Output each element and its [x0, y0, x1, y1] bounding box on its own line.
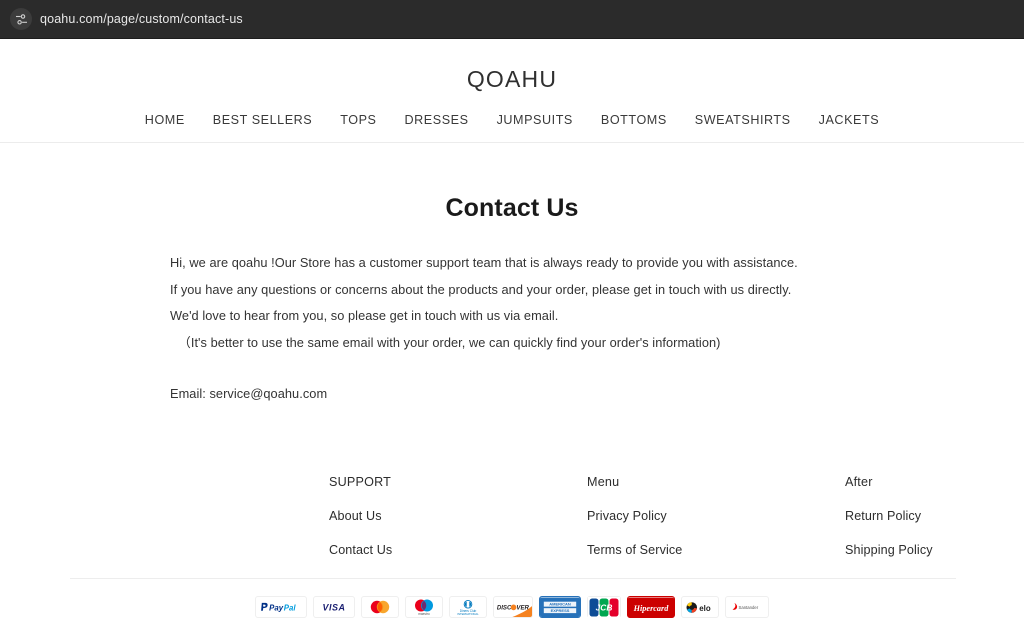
nav-item-best-sellers[interactable]: BEST SELLERS: [199, 113, 326, 127]
maestro-icon: maestro: [405, 596, 443, 618]
nav-item-jumpsuits[interactable]: JUMPSUITS: [483, 113, 587, 127]
sliders-icon[interactable]: [10, 8, 32, 30]
footer-link-columns: SUPPORT About Us Contact Us Menu Privacy…: [0, 475, 1024, 557]
footer-link-terms-of-service[interactable]: Terms of Service: [587, 543, 845, 557]
footer-column-after: After Return Policy Shipping Policy: [845, 475, 933, 557]
footer-link-shipping-policy[interactable]: Shipping Policy: [845, 543, 933, 557]
footer-column-title: Menu: [587, 475, 620, 489]
svg-text:Santander: Santander: [739, 605, 759, 610]
svg-text:maestro: maestro: [418, 612, 430, 616]
svg-text:Pal: Pal: [284, 603, 297, 612]
santander-icon: Santander: [725, 596, 769, 618]
footer-column-title: After: [845, 475, 873, 489]
svg-text:AMERICAN: AMERICAN: [549, 601, 571, 606]
browser-bar: qoahu.com/page/custom/contact-us: [0, 0, 1024, 39]
footer-link-contact-us[interactable]: Contact Us: [329, 543, 587, 557]
nav-item-sweatshirts[interactable]: SWEATSHIRTS: [681, 113, 805, 127]
svg-text:JCB: JCB: [596, 602, 613, 612]
visa-icon: VISA: [313, 596, 355, 618]
nav-item-dresses[interactable]: DRESSES: [391, 113, 483, 127]
site-header: QOAHU HOME BEST SELLERS TOPS DRESSES JUM…: [0, 39, 1024, 143]
contact-email: Email: service@qoahu.com: [170, 386, 328, 401]
discover-icon: DISC VER: [493, 596, 533, 618]
page-title: Contact Us: [445, 194, 579, 222]
page-body: QOAHU HOME BEST SELLERS TOPS DRESSES JUM…: [0, 39, 1024, 630]
svg-text:EXPRESS: EXPRESS: [551, 608, 570, 613]
contact-paragraph: Hi, we are qoahu !Our Store has a custom…: [170, 255, 798, 270]
nav-item-jackets[interactable]: JACKETS: [805, 113, 894, 127]
svg-text:Pay: Pay: [269, 603, 284, 612]
contact-paragraph: We'd love to hear from you, so please ge…: [170, 308, 559, 323]
url-text[interactable]: qoahu.com/page/custom/contact-us: [40, 12, 243, 26]
svg-text:Hipercard: Hipercard: [633, 603, 670, 612]
payment-methods: Pay Pal VISA maestro Diners Club INTERNA…: [0, 596, 1024, 618]
paypal-icon: Pay Pal: [255, 596, 307, 618]
contact-paragraph: If you have any questions or concerns ab…: [170, 281, 792, 297]
jcb-icon: JCB: [587, 596, 621, 618]
site-logo[interactable]: QOAHU: [0, 57, 1024, 94]
svg-text:elo: elo: [699, 604, 711, 613]
nav-item-home[interactable]: HOME: [131, 113, 199, 127]
footer-column-support: SUPPORT About Us Contact Us: [329, 475, 587, 557]
footer-column-title: SUPPORT: [329, 475, 392, 489]
mastercard-icon: [361, 596, 399, 618]
footer-link-privacy-policy[interactable]: Privacy Policy: [587, 509, 845, 523]
footer-divider: [70, 578, 956, 579]
elo-icon: elo: [681, 596, 719, 618]
nav-item-bottoms[interactable]: BOTTOMS: [587, 113, 681, 127]
svg-text:INTERNATIONAL: INTERNATIONAL: [457, 612, 479, 616]
svg-text:VISA: VISA: [322, 602, 345, 612]
hipercard-icon: Hipercard: [627, 596, 675, 618]
footer-link-about-us[interactable]: About Us: [329, 509, 587, 523]
main-navigation: HOME BEST SELLERS TOPS DRESSES JUMPSUITS…: [0, 113, 1024, 142]
svg-text:VER: VER: [516, 604, 529, 611]
american-express-icon: AMERICAN EXPRESS: [539, 596, 581, 618]
svg-text:DISC: DISC: [497, 604, 512, 611]
footer-column-menu: Menu Privacy Policy Terms of Service: [587, 475, 845, 557]
nav-item-tops[interactable]: TOPS: [326, 113, 390, 127]
diners-club-icon: Diners Club INTERNATIONAL: [449, 596, 487, 618]
footer-link-return-policy[interactable]: Return Policy: [845, 509, 933, 523]
contact-paragraph-note: （It's better to use the same email with …: [178, 334, 721, 350]
contact-text-block: Hi, we are qoahu !Our Store has a custom…: [0, 250, 1024, 401]
main-content: Contact Us Hi, we are qoahu !Our Store h…: [0, 194, 1024, 401]
